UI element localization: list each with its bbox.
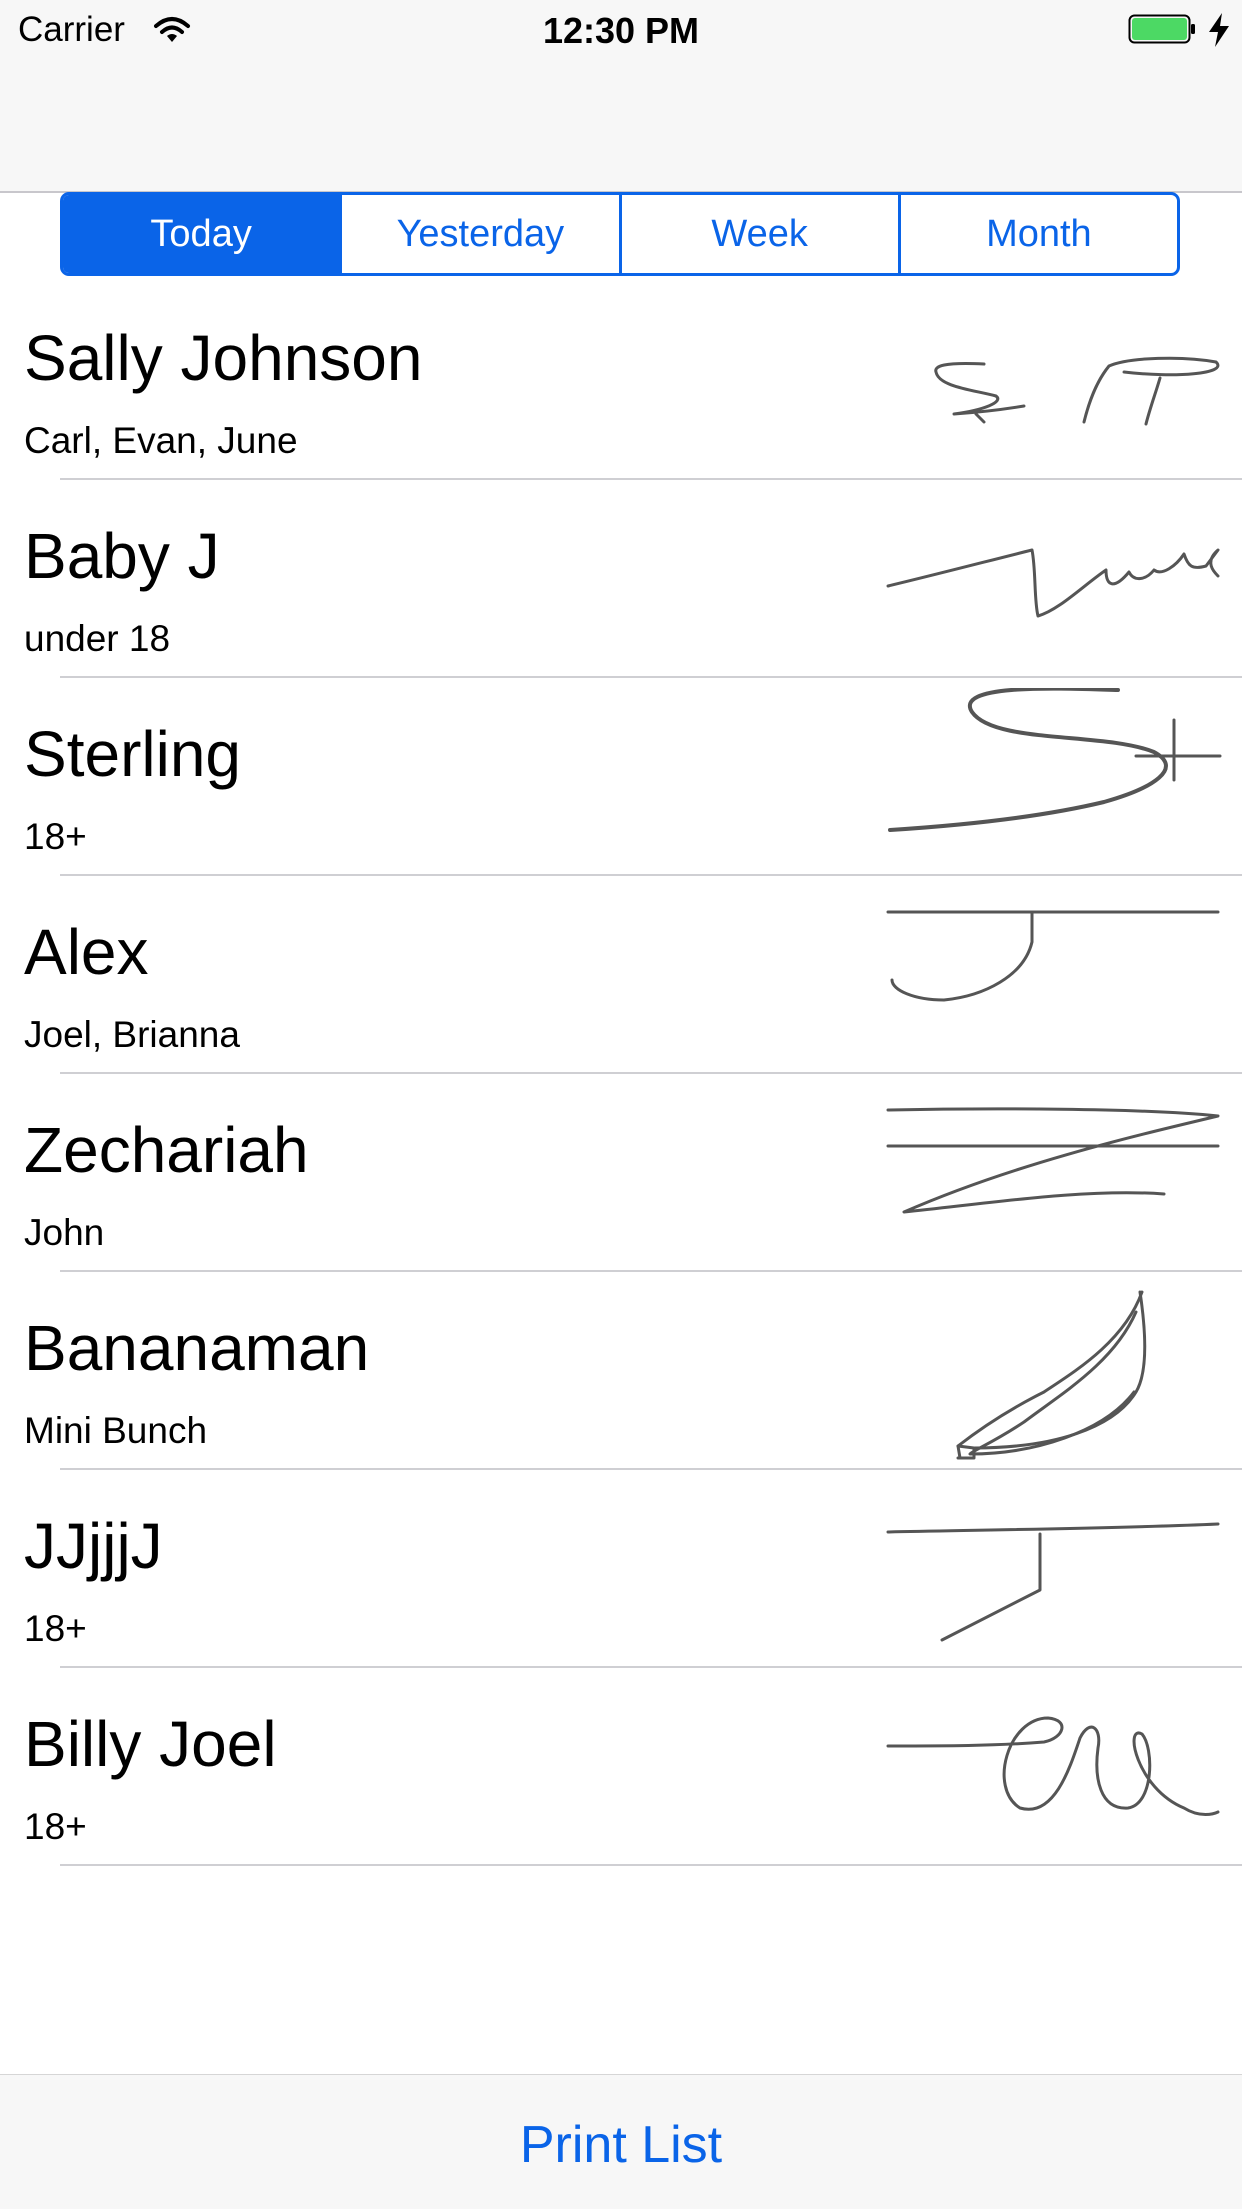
entry-detail: Mini Bunch [24, 1410, 208, 1451]
sign-in-list: Sally Johnson Carl, Evan, June Baby J un… [0, 282, 1242, 1866]
list-item[interactable]: Baby J under 18 [0, 480, 1242, 678]
segment-month[interactable]: Month [897, 195, 1177, 273]
entry-detail: Joel, Brianna [24, 1014, 240, 1055]
signature-image [886, 1107, 1220, 1214]
signature-image [934, 356, 1220, 426]
status-time: 12:30 PM [542, 10, 700, 51]
list-item[interactable]: Zechariah John [0, 1074, 1242, 1272]
list-item[interactable]: Billy Joel 18+ [0, 1668, 1242, 1866]
list-item[interactable]: Sterling 18+ [0, 678, 1242, 876]
entry-name: Zechariah [24, 1114, 309, 1186]
entry-name: Billy Joel [24, 1708, 277, 1780]
signature-image [888, 688, 1222, 832]
charging-bolt-icon [1209, 13, 1229, 47]
navigation-bar [0, 62, 1242, 193]
signature-image [886, 1716, 1220, 1816]
signature-image [956, 1290, 1147, 1460]
list-item[interactable]: Sally Johnson Carl, Evan, June [0, 282, 1242, 480]
date-range-segmented-control: Today Yesterday Week Month [60, 192, 1180, 276]
list-item[interactable]: Alex Joel, Brianna [0, 876, 1242, 1074]
entry-name: Sally Johnson [24, 322, 423, 394]
segment-today[interactable]: Today [63, 195, 340, 273]
entry-detail: Carl, Evan, June [24, 420, 298, 461]
row-separator [60, 1864, 1242, 1866]
entry-detail: 18+ [24, 1806, 87, 1847]
segment-week[interactable]: Week [618, 195, 898, 273]
entry-detail: 18+ [24, 816, 87, 857]
bottom-toolbar: Print List [0, 2074, 1242, 2209]
battery-icon [1128, 14, 1195, 44]
print-list-button[interactable]: Print List [0, 2115, 1242, 2175]
signature-image [886, 1522, 1220, 1642]
entry-name: Baby J [24, 520, 220, 592]
segment-yesterday[interactable]: Yesterday [339, 195, 618, 273]
entry-detail: under 18 [24, 618, 171, 659]
list-item[interactable]: JJjjjJ 18+ [0, 1470, 1242, 1668]
entry-name: Bananaman [24, 1312, 370, 1384]
signature-image [886, 548, 1220, 618]
entry-detail: John [24, 1212, 105, 1253]
entry-name: Sterling [24, 718, 241, 790]
entry-name: Alex [24, 916, 149, 988]
list-item[interactable]: Bananaman Mini Bunch [0, 1272, 1242, 1470]
entry-detail: 18+ [24, 1608, 87, 1649]
entry-name: JJjjjJ [24, 1510, 163, 1582]
status-bar: Carrier 12:30 PM [0, 0, 1242, 62]
signature-image [886, 910, 1220, 1002]
